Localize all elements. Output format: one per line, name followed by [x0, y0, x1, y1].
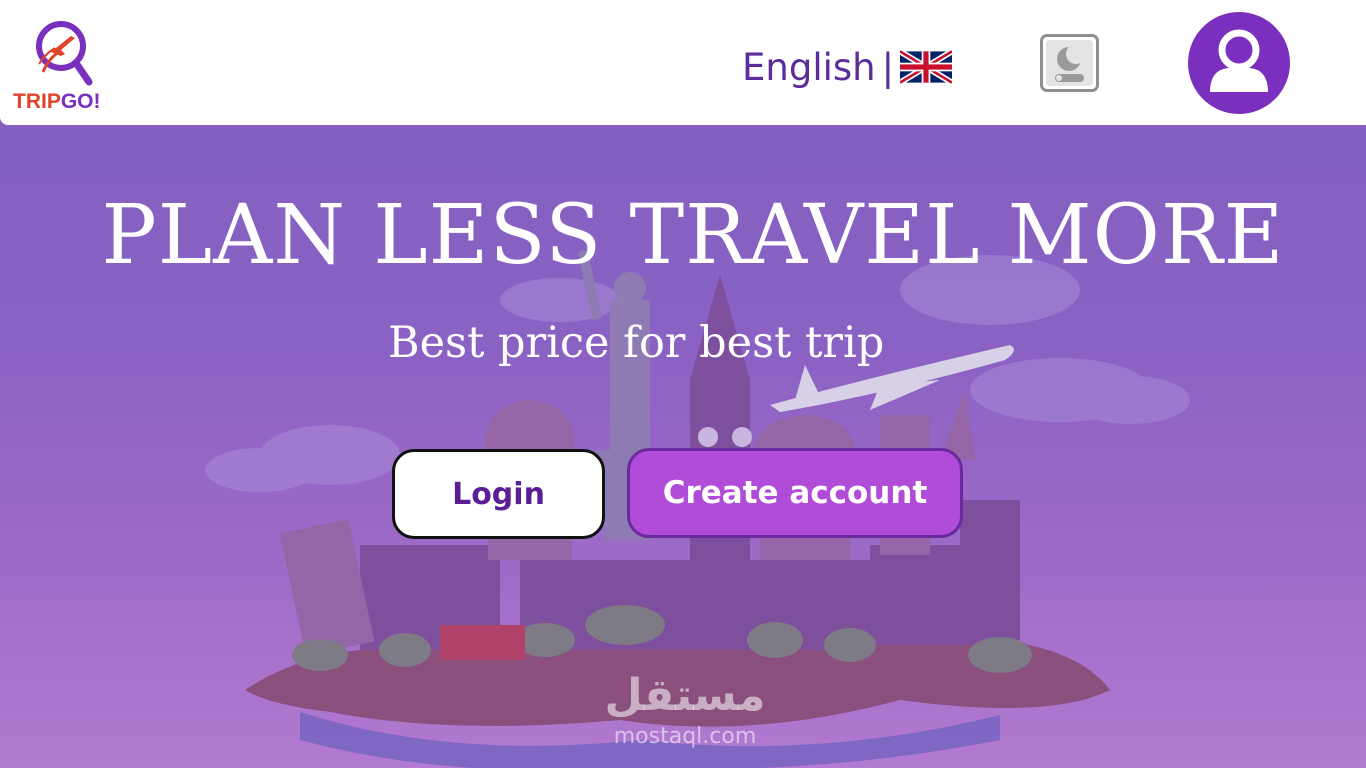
theme-toggle-button[interactable] [1040, 34, 1099, 92]
uk-flag-icon [900, 49, 953, 85]
hero-subtitle: Best price for best trip [388, 318, 885, 368]
top-header: TRIPGO! English | [0, 0, 1366, 125]
language-selector[interactable]: English | [742, 42, 953, 92]
logo-text-go: GO! [60, 90, 101, 113]
language-separator: | [881, 45, 895, 89]
logo-text-trip: TRIP [13, 90, 61, 113]
plane-magnifier-logo-icon [36, 21, 93, 86]
watermark-latin: mostaql.com [613, 724, 757, 749]
login-button[interactable]: Login [392, 449, 605, 539]
watermark: مستقل mostaql.com [600, 668, 770, 750]
user-avatar-icon [1210, 29, 1268, 92]
language-label: English [742, 45, 876, 89]
profile-avatar-button[interactable] [1188, 12, 1290, 114]
moon-toggle-icon [1046, 40, 1093, 86]
watermark-arabic: مستقل [604, 670, 766, 721]
brand-logo[interactable]: TRIPGO! [10, 10, 122, 118]
create-account-button[interactable]: Create account [627, 448, 963, 538]
hero-title: PLAN LESS TRAVEL MORE [101, 188, 1285, 283]
logo-text: TRIPGO! [13, 90, 123, 114]
